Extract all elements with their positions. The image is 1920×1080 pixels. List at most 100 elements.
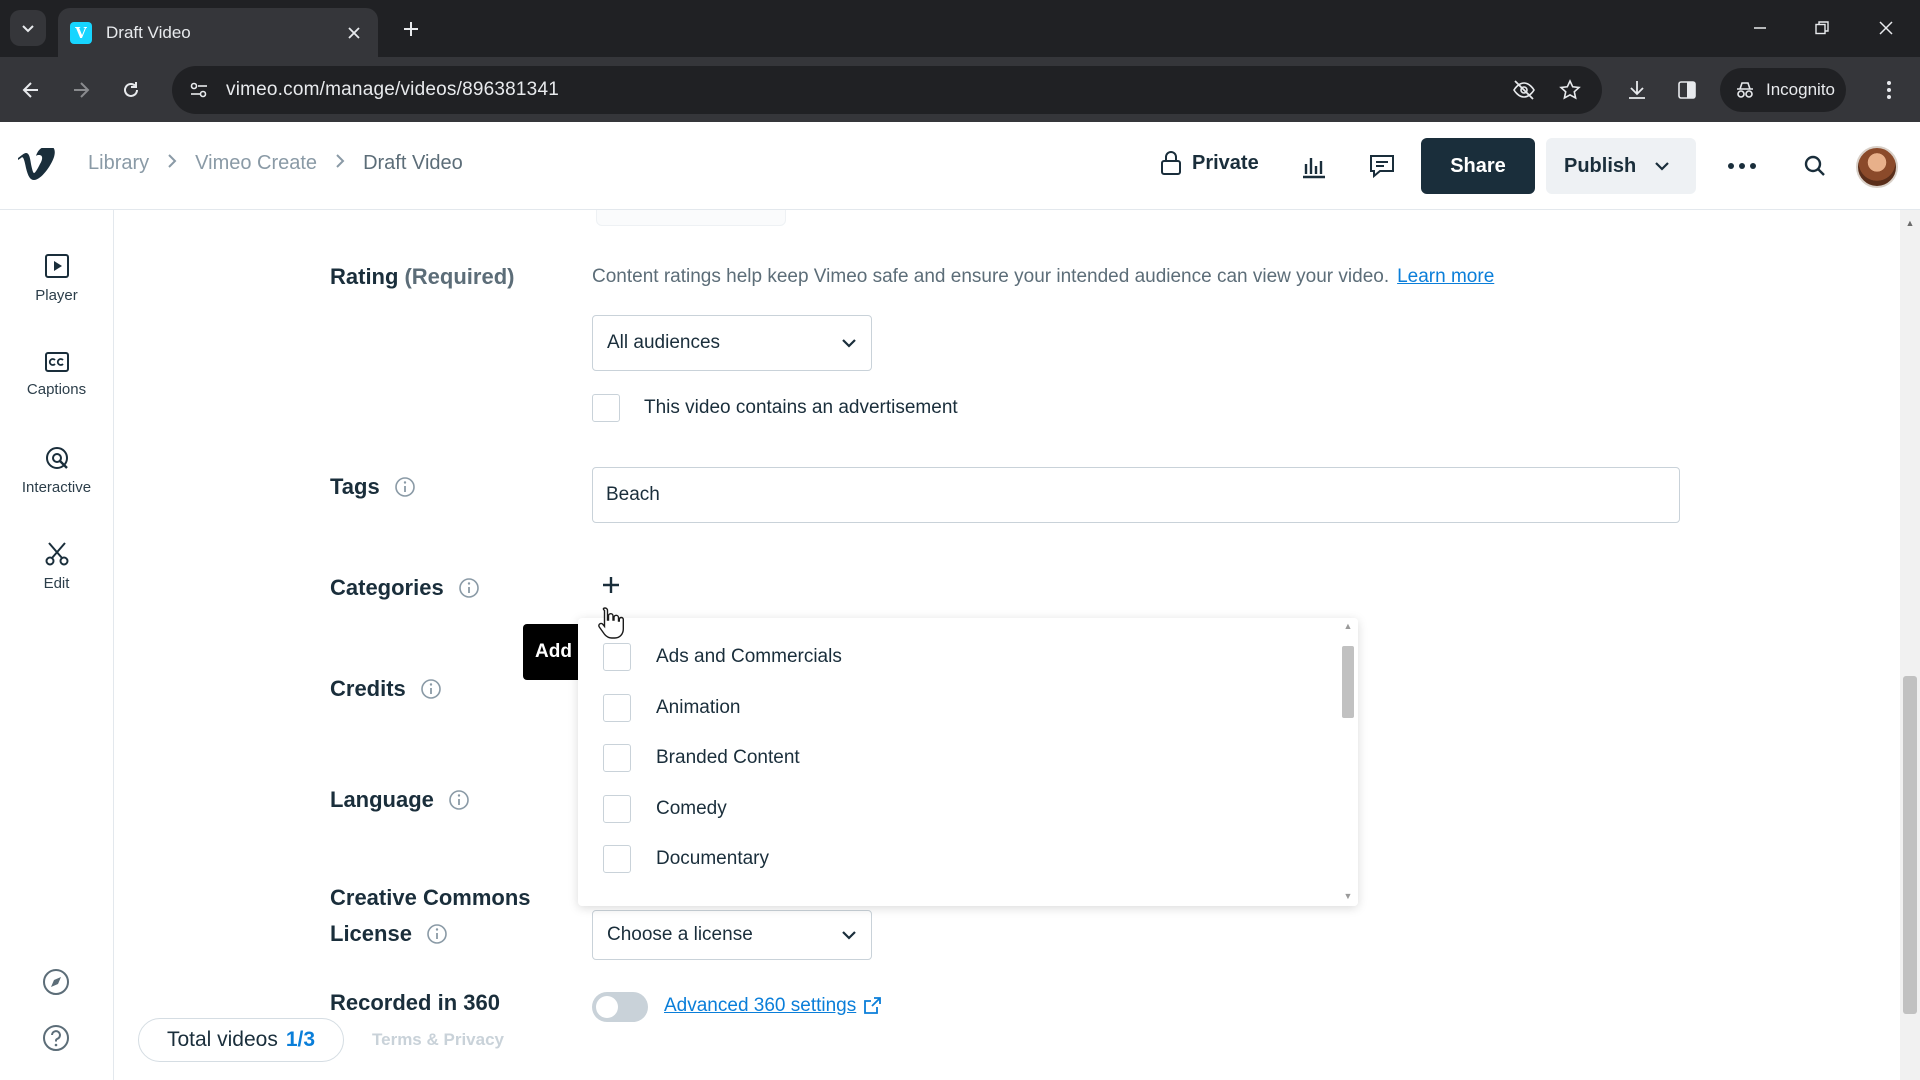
sidebar-item-edit[interactable]: Edit (0, 526, 113, 606)
browser-tab-bar: V Draft Video (0, 0, 1920, 57)
privacy-label: Private (1192, 151, 1259, 174)
advanced-360-settings-link[interactable]: Advanced 360 settings (664, 995, 882, 1017)
category-option[interactable]: Ads and Commercials (603, 643, 842, 671)
category-checkbox[interactable] (603, 643, 631, 671)
arrow-left-icon (22, 82, 38, 98)
browser-tab-active[interactable]: V Draft Video (58, 8, 378, 57)
category-option-label: Branded Content (656, 747, 800, 768)
advanced-360-label: Advanced 360 settings (664, 995, 857, 1016)
tracking-protection-button[interactable] (1508, 74, 1540, 106)
category-checkbox[interactable] (603, 744, 631, 772)
tab-close-button[interactable] (342, 21, 366, 45)
vimeo-logo[interactable] (14, 144, 58, 188)
info-icon[interactable] (426, 923, 448, 945)
category-option[interactable]: Animation (603, 694, 741, 722)
chevron-down-icon (22, 25, 34, 33)
share-button[interactable]: Share (1421, 138, 1535, 194)
rating-help-text: Content ratings help keep Vimeo safe and… (592, 266, 1494, 288)
language-label-text: Language (330, 787, 434, 812)
total-videos-count: 1/3 (285, 1028, 316, 1051)
breadcrumb-current: Draft Video (363, 152, 463, 174)
license-label: Creative Commons License (330, 880, 531, 952)
advertisement-checkbox[interactable] (592, 394, 620, 422)
category-option[interactable]: Documentary (603, 845, 769, 873)
page-scroll-thumb[interactable] (1903, 676, 1917, 1014)
chevron-down-icon (1655, 162, 1670, 171)
breadcrumb-library[interactable]: Library (88, 152, 149, 175)
dropdown-scroll-thumb[interactable] (1342, 646, 1354, 718)
vimeo-logo-icon (18, 148, 55, 180)
dropdown-scrollbar[interactable]: ▲ ▼ (1336, 618, 1358, 906)
comment-icon (1370, 155, 1394, 179)
plus-icon (603, 577, 619, 593)
restore-button[interactable] (1802, 12, 1842, 44)
privacy-button[interactable]: Private (1160, 150, 1259, 176)
restore-icon (1815, 21, 1829, 35)
browser-menu-button[interactable] (1872, 73, 1906, 107)
url-text[interactable]: vimeo.com/manage/videos/896381341 (226, 79, 1494, 101)
categories-label-text: Categories (330, 575, 444, 600)
category-option-label: Animation (656, 697, 741, 718)
scroll-up-icon[interactable]: ▲ (1342, 620, 1354, 632)
total-videos-pill[interactable]: Total videos 1/3 (138, 1018, 344, 1062)
category-option[interactable]: Branded Content (603, 744, 800, 772)
advertisement-checkbox-row[interactable]: This video contains an advertisement (592, 394, 958, 422)
tags-input[interactable]: Beach (592, 467, 1680, 523)
chevron-right-icon (335, 153, 345, 174)
info-icon[interactable] (394, 476, 416, 498)
more-horizontal-icon (1728, 163, 1756, 169)
page-scrollbar[interactable]: ▲ (1900, 210, 1920, 1080)
sidebar-item-interactive[interactable]: Interactive (0, 430, 113, 510)
analytics-icon (1303, 158, 1325, 179)
terms-privacy-link[interactable]: Terms & Privacy (372, 1030, 504, 1050)
incognito-icon (1737, 82, 1753, 98)
kebab-menu-icon (1887, 81, 1891, 99)
comments-button[interactable] (1364, 148, 1400, 184)
info-icon[interactable] (420, 678, 442, 700)
bookmark-button[interactable] (1554, 74, 1586, 106)
analytics-button[interactable] (1296, 148, 1332, 184)
search-button[interactable] (1797, 148, 1833, 184)
plus-icon (404, 22, 418, 36)
category-checkbox[interactable] (603, 795, 631, 823)
license-select[interactable]: Choose a license (592, 910, 872, 960)
reload-button[interactable] (114, 73, 148, 107)
chevron-right-icon (167, 153, 177, 174)
address-bar[interactable]: vimeo.com/manage/videos/896381341 (172, 66, 1602, 114)
compass-button[interactable] (38, 964, 74, 1000)
more-options-button[interactable] (1724, 148, 1760, 184)
category-checkbox[interactable] (603, 694, 631, 722)
back-button[interactable] (14, 73, 48, 107)
rating-select[interactable]: All audiences (592, 315, 872, 371)
side-panel-button[interactable] (1670, 73, 1704, 107)
help-button[interactable] (38, 1020, 74, 1056)
vimeo-favicon-icon: V (70, 21, 92, 44)
minimize-button[interactable] (1740, 12, 1780, 44)
left-sidebar: Player Captions Interactive Edit (0, 210, 114, 1080)
learn-more-link[interactable]: Learn more (1397, 266, 1494, 287)
scroll-up-icon[interactable]: ▲ (1904, 218, 1916, 230)
downloads-button[interactable] (1620, 73, 1654, 107)
incognito-indicator[interactable]: Incognito (1720, 68, 1846, 112)
sidebar-item-player[interactable]: Player (0, 238, 113, 318)
category-option[interactable]: Comedy (603, 795, 727, 823)
cc-icon (44, 351, 69, 372)
recorded-360-toggle[interactable] (592, 992, 648, 1022)
info-icon[interactable] (448, 789, 470, 811)
category-checkbox[interactable] (603, 845, 631, 873)
publish-button[interactable]: Publish (1546, 138, 1696, 194)
forward-button[interactable] (64, 73, 98, 107)
info-icon[interactable] (458, 577, 480, 599)
sidebar-item-captions[interactable]: Captions (0, 334, 113, 414)
close-window-button[interactable] (1866, 12, 1906, 44)
new-tab-button[interactable] (396, 14, 426, 44)
breadcrumb-vimeo-create[interactable]: Vimeo Create (195, 152, 317, 175)
hand-cursor-icon (598, 607, 624, 639)
tab-search-button[interactable] (10, 10, 46, 46)
license-label-line1: Creative Commons (330, 885, 531, 910)
scroll-down-icon[interactable]: ▼ (1342, 890, 1354, 902)
user-avatar[interactable] (1856, 146, 1898, 188)
sidebar-item-label: Edit (43, 574, 70, 592)
add-category-button[interactable] (596, 570, 626, 600)
rating-help-copy: Content ratings help keep Vimeo safe and… (592, 266, 1390, 287)
